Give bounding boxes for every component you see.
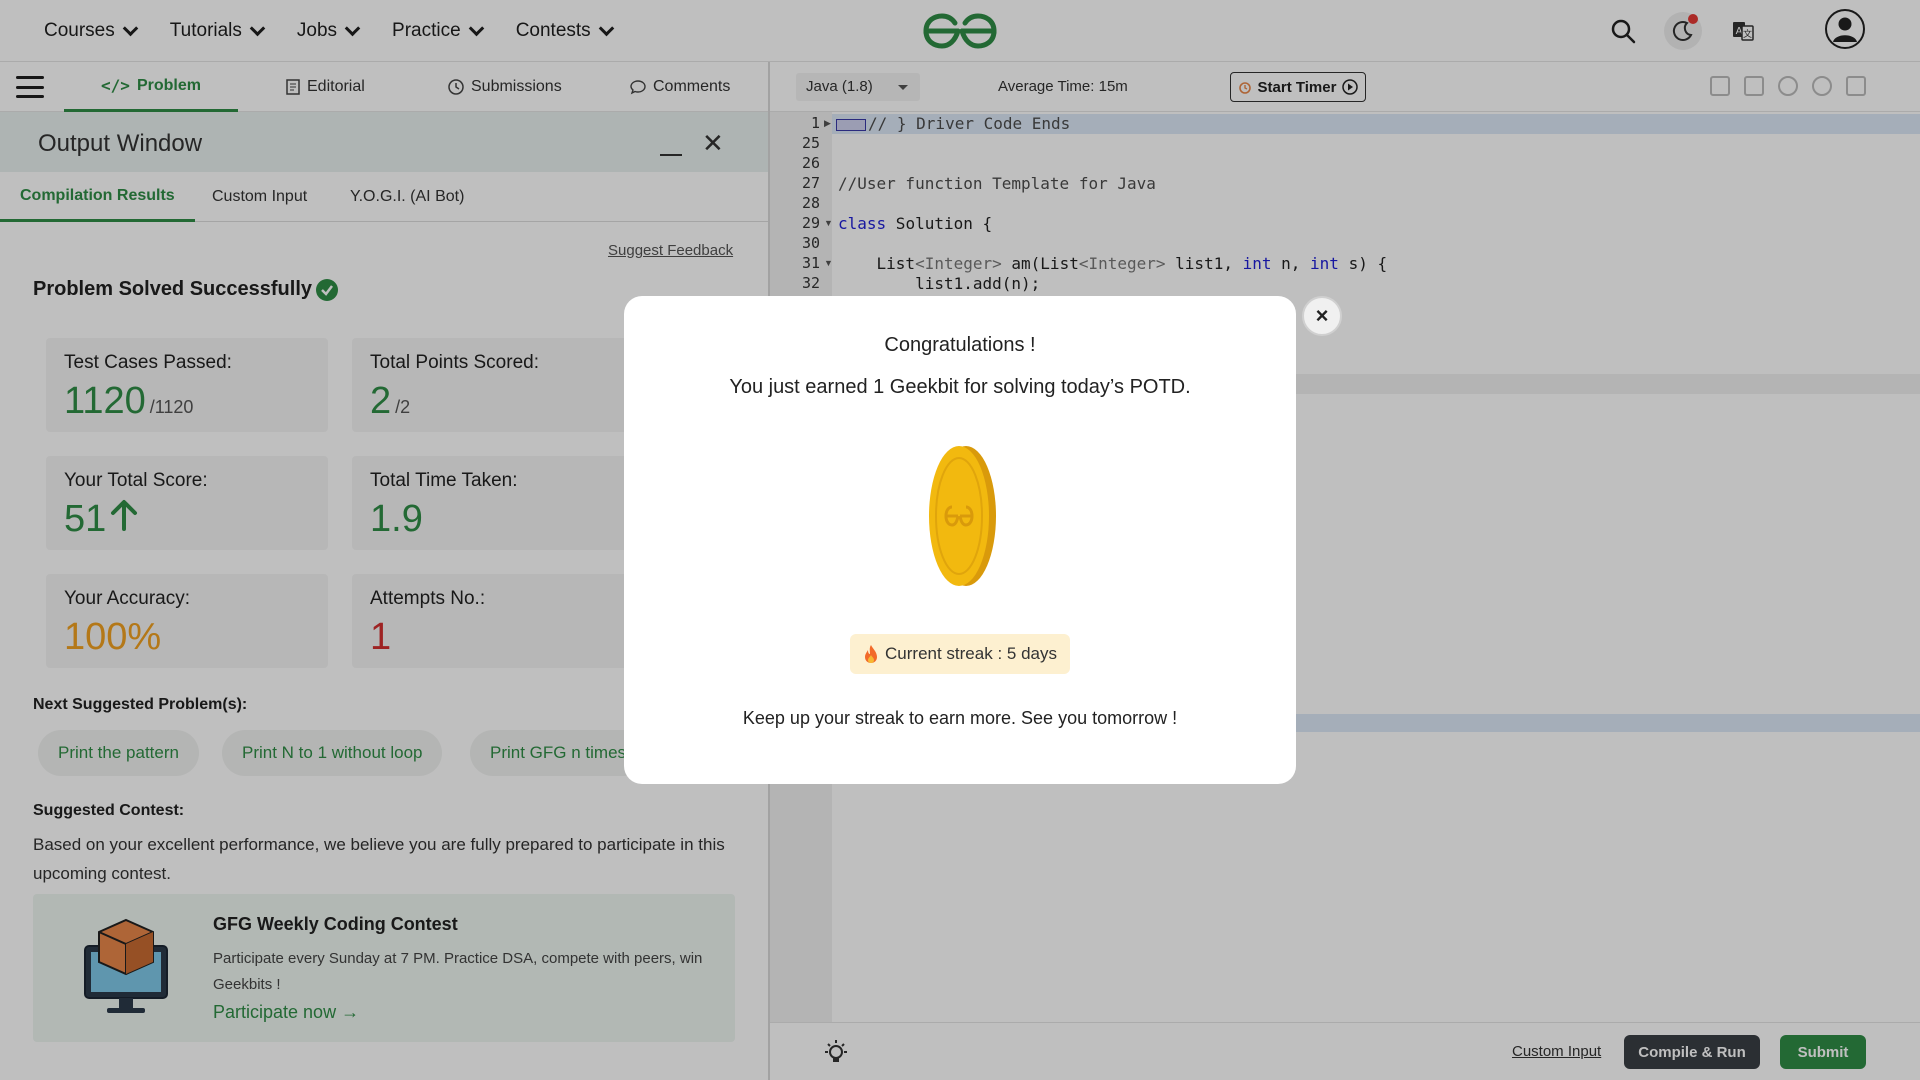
streak-text: Current streak : 5 days <box>885 644 1057 663</box>
geekbit-coin-icon <box>929 446 996 586</box>
modal-subtitle: You just earned 1 Geekbit for solving to… <box>729 376 1191 398</box>
modal-title: Congratulations ! <box>884 334 1036 356</box>
streak-badge: Current streak : 5 days <box>850 634 1070 674</box>
fire-icon <box>865 645 878 663</box>
modal-close-button[interactable]: × <box>1302 296 1342 336</box>
modal-footer-text: Keep up your streak to earn more. See yo… <box>742 708 1178 728</box>
congratulations-modal: Congratulations ! You just earned 1 Geek… <box>624 296 1296 784</box>
